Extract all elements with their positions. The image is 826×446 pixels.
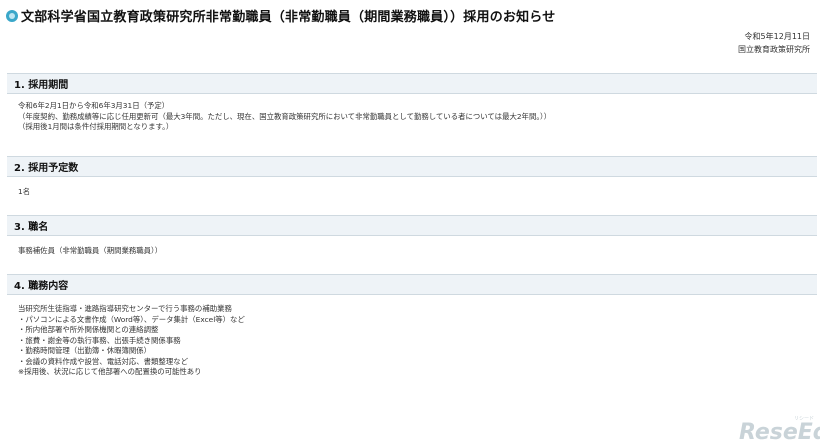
section-job-title: 3. 職名 事務補佐員（非常勤職員（期間業務職員）） (7, 215, 817, 257)
notice-date: 令和5年12月11日 (744, 32, 810, 41)
logo-wordmark: ReseEd (739, 420, 820, 442)
page-title-row: 文部科学省国立教育政策研究所非常勤職員（非常勤職員（期間業務職員））採用のお知ら… (6, 6, 555, 25)
body-line: （年度契約、勤務成績等に応じ任用更新可（最大3年間。ただし、現在、国立教育政策研… (18, 111, 552, 121)
section-heading: 1. 採用期間 (7, 73, 817, 94)
bullet-circle-icon (6, 9, 18, 22)
body-line: （採用後1月間は条件付採用期間となります。） (18, 122, 174, 131)
body-line: ※採用後、状況に応じて他部署への配置換の可能性あり (18, 367, 202, 376)
body-line: 事務補佐員（非常勤職員（期間業務職員）） (18, 246, 163, 255)
section-job-description: 4. 職務内容 当研究所生徒指導・進路指導研究センターで行う事務の補助業務 ・パ… (7, 274, 817, 378)
section-heading: 2. 採用予定数 (7, 156, 817, 177)
page-title: 文部科学省国立教育政策研究所非常勤職員（非常勤職員（期間業務職員））採用のお知ら… (21, 10, 556, 25)
body-line: ・勤務時間管理（出勤簿・休暇簿関係） (18, 346, 152, 355)
body-line: ・旅費・謝金等の執行事務、出張手続き関係事務 (18, 335, 181, 345)
body-line: 令和6年2月1日から令和6年3月31日（予定） (18, 101, 170, 110)
reseed-logo: リシード ReseEd (739, 416, 820, 442)
section-heading: 3. 職名 (7, 215, 817, 236)
body-line: 1名 (18, 187, 31, 196)
notice-meta: 令和5年12月11日 国立教育政策研究所 (738, 30, 810, 56)
body-line: ・会議の資料作成や設営、電話対応、書類整理など (18, 356, 188, 366)
section-body: 令和6年2月1日から令和6年3月31日（予定） （年度契約、勤務成績等に応じ任用… (7, 94, 817, 133)
section-body: 当研究所生徒指導・進路指導研究センターで行う事務の補助業務 ・パソコンによる文書… (7, 295, 817, 378)
section-body: 事務補佐員（非常勤職員（期間業務職員）） (7, 236, 817, 257)
notice-organization: 国立教育政策研究所 (738, 45, 810, 54)
section-employment-period: 1. 採用期間 令和6年2月1日から令和6年3月31日（予定） （年度契約、勤務… (7, 73, 817, 133)
section-body: 1名 (7, 177, 817, 198)
body-line: ・パソコンによる文書作成（Word等）、データ集計（Excel等）など (18, 314, 245, 324)
body-line: 当研究所生徒指導・進路指導研究センターで行う事務の補助業務 (18, 304, 232, 313)
body-line: ・所内他部署や所外関係機関との連絡調整 (18, 325, 159, 334)
section-planned-number: 2. 採用予定数 1名 (7, 156, 817, 198)
section-heading: 4. 職務内容 (7, 274, 817, 295)
